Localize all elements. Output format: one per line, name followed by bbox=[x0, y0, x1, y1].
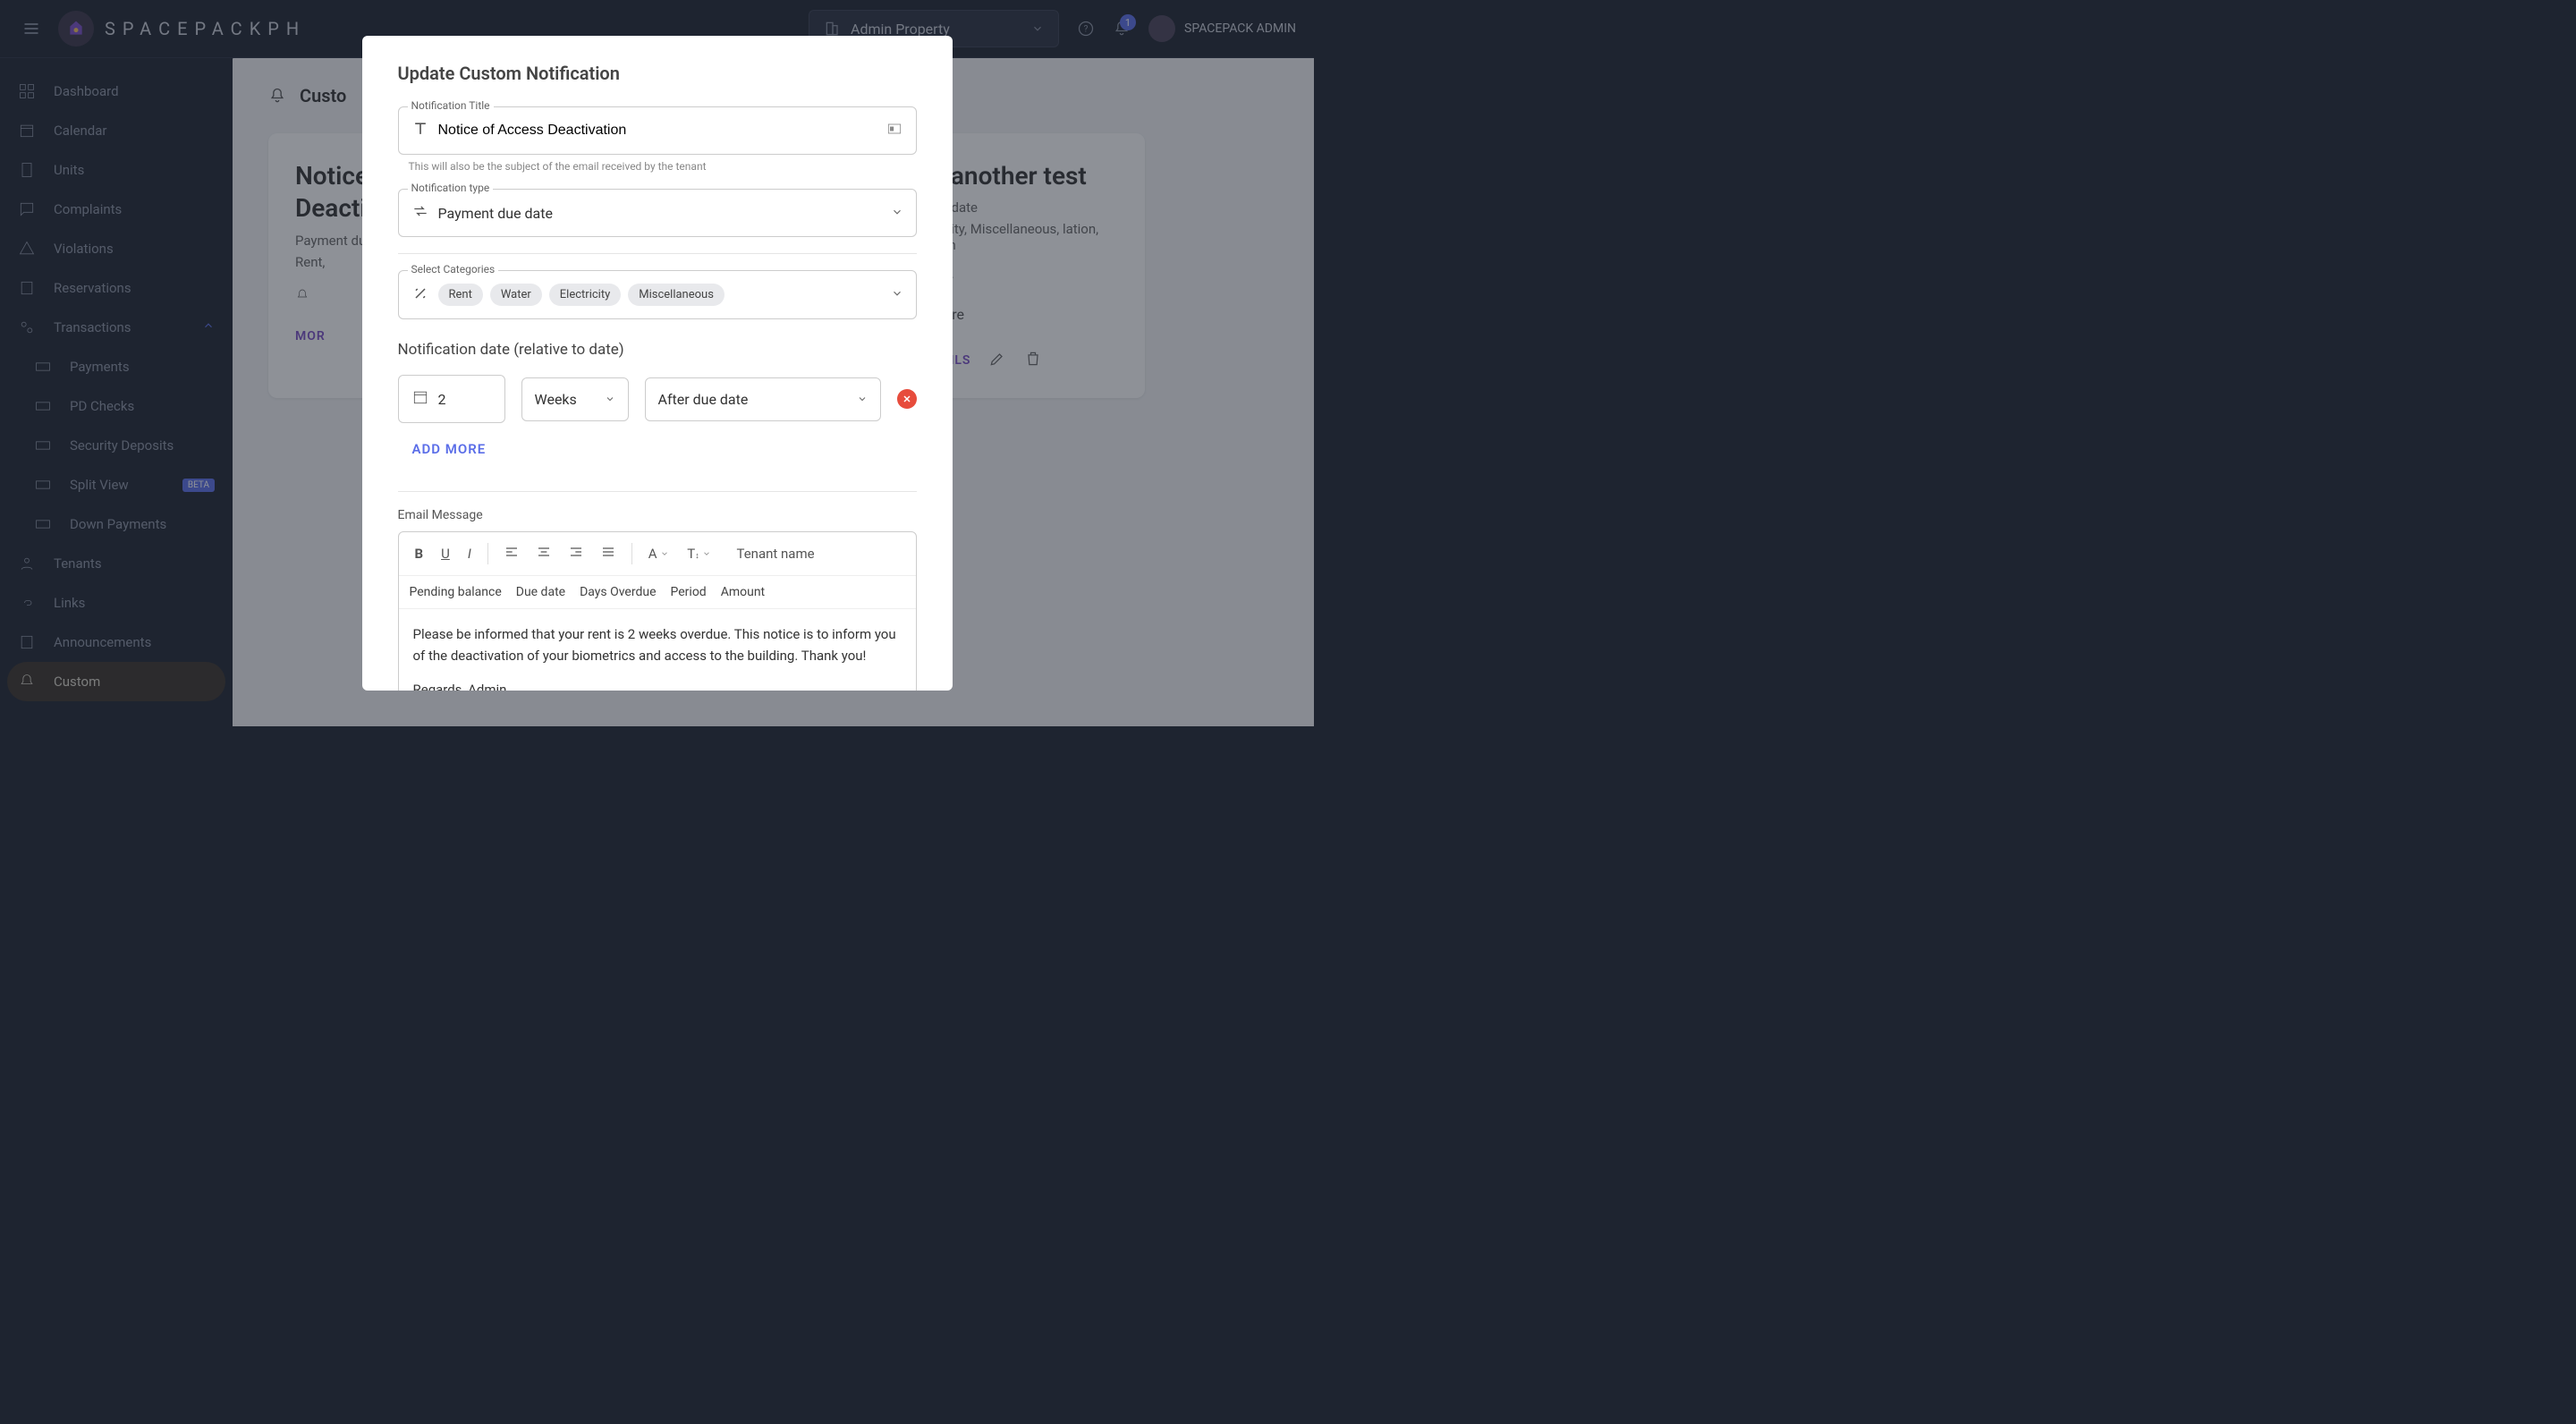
insert-tenant-name-button[interactable]: Tenant name bbox=[729, 542, 821, 565]
notification-type-value: Payment due date bbox=[438, 205, 553, 222]
chevron-down-icon bbox=[857, 391, 868, 408]
align-justify-button[interactable] bbox=[594, 541, 623, 566]
insert-amount-button[interactable]: Amount bbox=[721, 585, 765, 599]
notification-title-field[interactable]: Notification Title bbox=[398, 106, 917, 155]
date-relative-select[interactable]: After due date bbox=[645, 377, 881, 421]
close-icon bbox=[902, 394, 912, 404]
chevron-down-icon bbox=[605, 391, 615, 408]
id-card-icon[interactable] bbox=[886, 120, 903, 141]
chevron-down-icon bbox=[891, 205, 903, 222]
add-more-button[interactable]: ADD MORE bbox=[412, 441, 487, 457]
modal-overlay[interactable]: Update Custom Notification Notification … bbox=[0, 0, 1314, 726]
chevron-down-icon bbox=[891, 286, 903, 303]
notification-title-input[interactable] bbox=[438, 123, 877, 139]
chevron-down-icon bbox=[660, 549, 669, 558]
remove-date-button[interactable] bbox=[897, 389, 917, 409]
notification-date-section-label: Notification date (relative to date) bbox=[398, 341, 917, 359]
font-size-button[interactable]: T↕ bbox=[680, 542, 718, 565]
align-right-button[interactable] bbox=[562, 541, 590, 566]
notification-type-field[interactable]: Notification type Payment due date bbox=[398, 189, 917, 237]
email-body-editor[interactable]: Please be informed that your rent is 2 w… bbox=[399, 609, 916, 691]
email-editor: B U I A T↕ Tenant name Pending balance D… bbox=[398, 531, 917, 691]
align-left-button[interactable] bbox=[497, 541, 526, 566]
insert-pending-balance-button[interactable]: Pending balance bbox=[410, 585, 502, 599]
insert-days-overdue-button[interactable]: Days Overdue bbox=[580, 585, 656, 599]
category-chip[interactable]: Water bbox=[490, 284, 542, 306]
email-message-label: Email Message bbox=[398, 508, 917, 522]
chevron-down-icon bbox=[702, 549, 711, 558]
update-notification-modal: Update Custom Notification Notification … bbox=[362, 36, 953, 691]
insert-due-date-button[interactable]: Due date bbox=[516, 585, 565, 599]
italic-button[interactable]: I bbox=[461, 542, 479, 565]
category-chip[interactable]: Rent bbox=[438, 284, 483, 306]
date-unit-select[interactable]: Weeks bbox=[521, 377, 629, 421]
date-number-field[interactable]: 2 bbox=[398, 375, 505, 423]
title-helper-text: This will also be the subject of the ema… bbox=[398, 160, 917, 173]
align-center-button[interactable] bbox=[530, 541, 558, 566]
title-icon bbox=[411, 120, 429, 141]
wrench-icon bbox=[411, 284, 429, 306]
calendar-icon bbox=[411, 388, 429, 410]
underline-button[interactable]: U bbox=[434, 542, 457, 565]
category-chip[interactable]: Electricity bbox=[549, 284, 621, 306]
category-chip[interactable]: Miscellaneous bbox=[628, 284, 724, 306]
insert-period-button[interactable]: Period bbox=[671, 585, 707, 599]
modal-title: Update Custom Notification bbox=[398, 63, 917, 84]
date-number-value: 2 bbox=[438, 391, 446, 408]
date-relative-value: After due date bbox=[658, 391, 749, 408]
select-categories-field[interactable]: Select Categories Rent Water Electricity… bbox=[398, 270, 917, 319]
font-color-button[interactable]: A bbox=[641, 542, 677, 565]
date-unit-value: Weeks bbox=[535, 391, 577, 408]
bold-button[interactable]: B bbox=[408, 542, 431, 565]
swap-icon bbox=[411, 202, 429, 224]
